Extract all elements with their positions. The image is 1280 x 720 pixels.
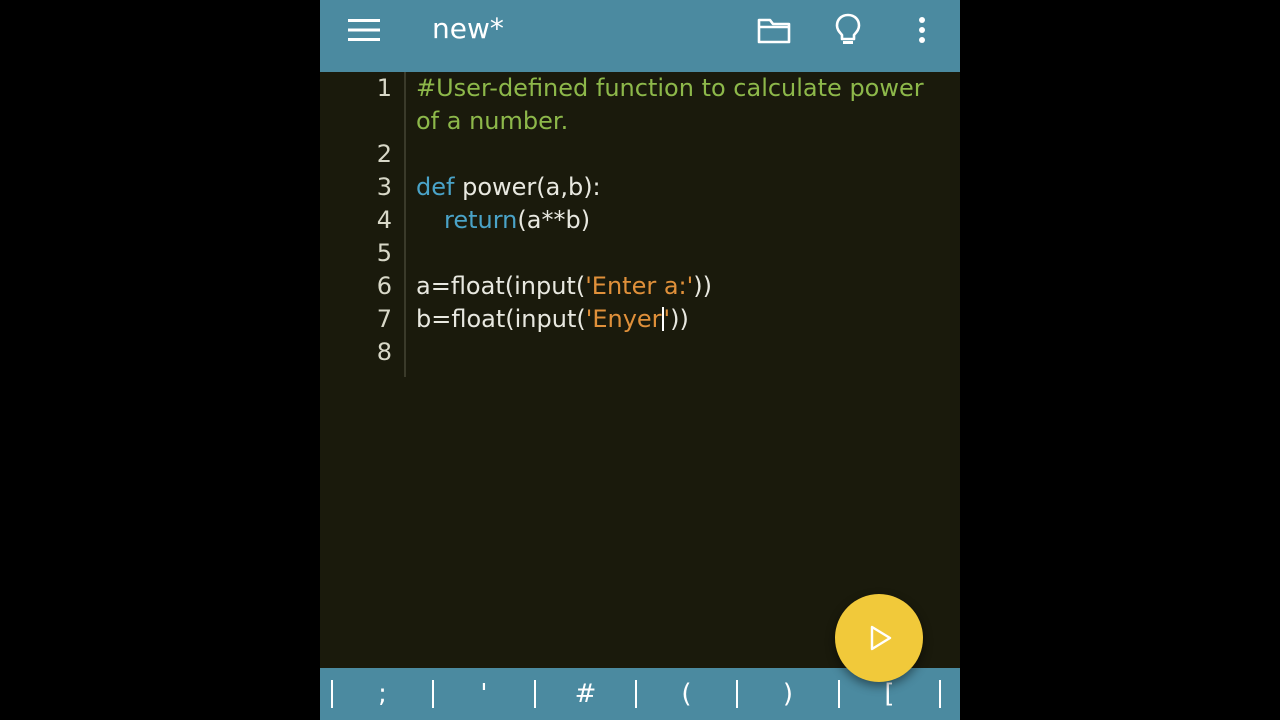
keyword-token: return xyxy=(444,206,518,234)
line-number: 7 xyxy=(376,305,392,333)
folder-icon[interactable] xyxy=(752,0,796,60)
line-number: 8 xyxy=(376,338,392,366)
phone-screen: new* 1 #User-defined function to calcula… xyxy=(320,0,960,720)
run-button[interactable] xyxy=(835,594,923,682)
code-line-3: def power(a,b): xyxy=(416,173,601,201)
file-title: new* xyxy=(432,12,504,45)
code-text: power(a,b): xyxy=(454,173,601,201)
code-line-6: a=float(input('Enter a:')) xyxy=(416,272,712,300)
key-close-paren[interactable]: ) xyxy=(738,668,838,720)
code-line-1: #User-defined function to calculate powe… xyxy=(416,74,924,102)
line-number: 3 xyxy=(376,173,392,201)
string-token: 'Enter a:' xyxy=(585,272,694,300)
code-text: a=float(input( xyxy=(416,272,586,300)
gutter-divider xyxy=(404,72,406,377)
key-separator xyxy=(939,680,941,708)
code-text: b=float(input( xyxy=(416,305,586,333)
code-line-4: return(a**b) xyxy=(444,206,590,234)
code-line-7: b=float(input('Enyer')) xyxy=(416,305,689,333)
key-semicolon[interactable]: ; xyxy=(333,668,432,720)
line-number: 4 xyxy=(376,206,392,234)
key-hash[interactable]: # xyxy=(536,668,635,720)
line-number: 2 xyxy=(376,140,392,168)
menu-icon[interactable] xyxy=(344,0,384,60)
code-editor[interactable]: 1 #User-defined function to calculate po… xyxy=(320,72,960,668)
app-toolbar: new* xyxy=(320,0,960,72)
string-token: 'Enyer xyxy=(585,305,662,333)
line-number: 1 xyxy=(376,74,392,102)
play-icon xyxy=(870,625,892,651)
more-vertical-icon[interactable] xyxy=(908,0,936,60)
code-line-1-wrap: of a number. xyxy=(416,107,569,135)
key-open-paren[interactable]: ( xyxy=(637,668,736,720)
line-number: 5 xyxy=(376,239,392,267)
code-text: )) xyxy=(693,272,712,300)
code-text: (a**b) xyxy=(517,206,591,234)
lightbulb-icon[interactable] xyxy=(830,0,866,60)
key-quote[interactable]: ' xyxy=(434,668,534,720)
line-number: 6 xyxy=(376,272,392,300)
code-text: )) xyxy=(670,305,689,333)
keyword-token: def xyxy=(416,173,455,201)
